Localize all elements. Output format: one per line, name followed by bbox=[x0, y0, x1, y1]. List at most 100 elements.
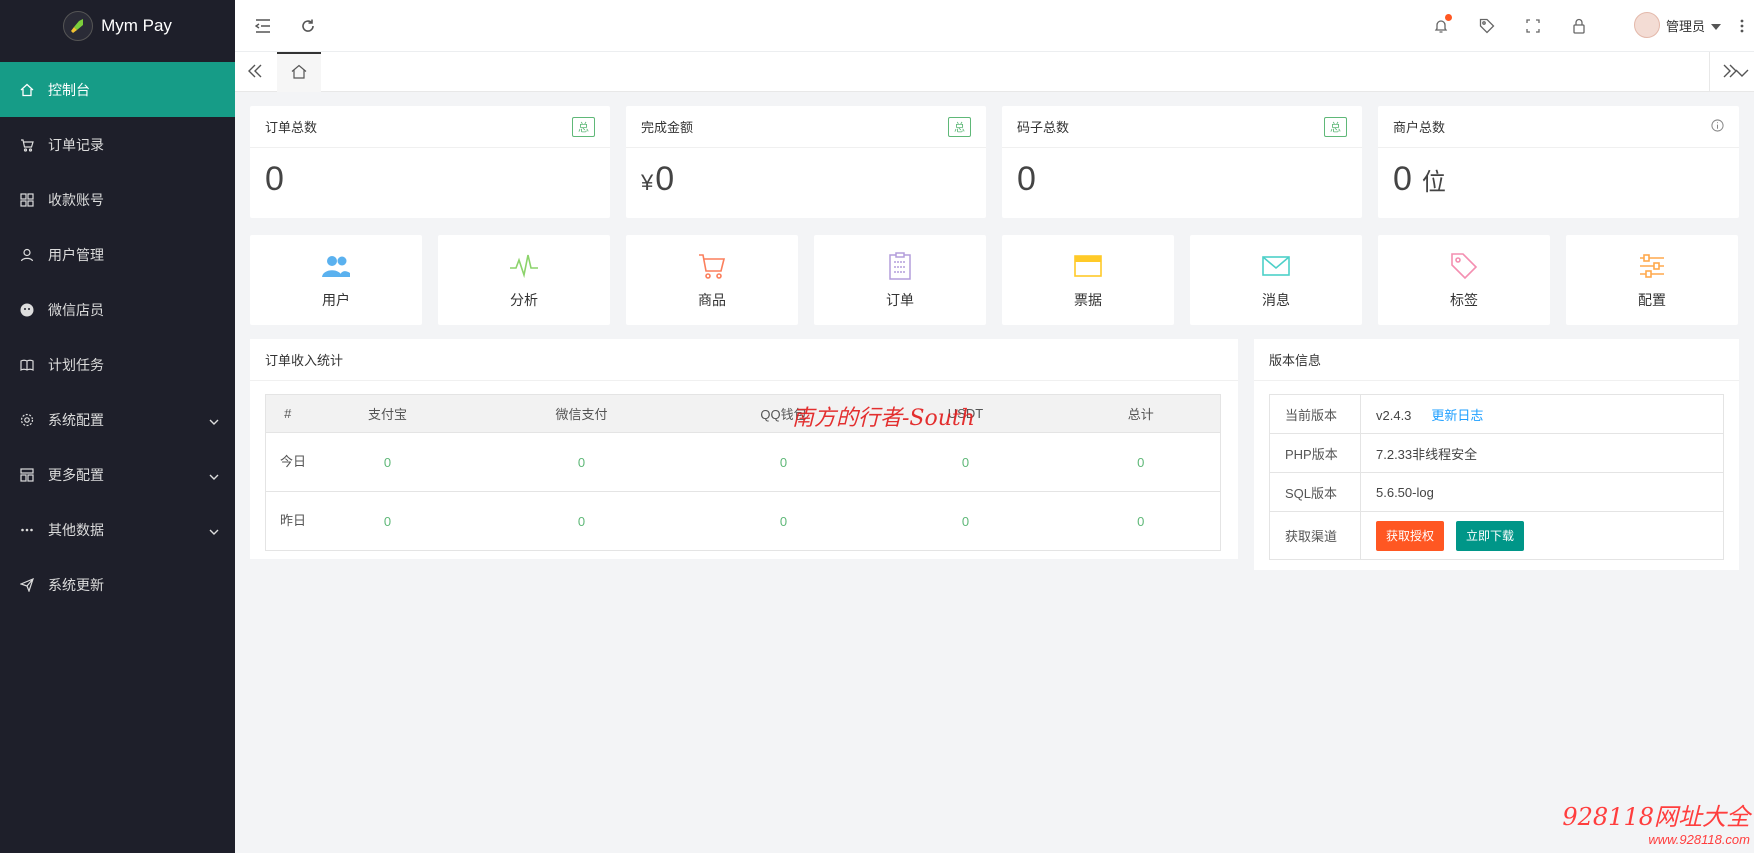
refresh-icon[interactable] bbox=[298, 16, 318, 36]
tabs-menu-chevron-icon[interactable] bbox=[1735, 64, 1749, 80]
income-panel: 订单收入统计 # 支付宝 微信支付 QQ钱包 USDT 总计 今日 0 0 0 bbox=[250, 339, 1238, 559]
sidebar-item-other-data[interactable]: 其他数据 bbox=[0, 502, 235, 557]
panel-title: 版本信息 bbox=[1269, 353, 1322, 368]
stat-title: 订单总数 bbox=[265, 120, 318, 135]
stat-card-codes: 码子总数 总 0 bbox=[1002, 106, 1362, 218]
sidebar-item-label: 计划任务 bbox=[48, 356, 104, 373]
shortcut-invoices[interactable]: 票据 bbox=[1002, 235, 1174, 325]
top-header: 管理员 bbox=[235, 0, 1754, 52]
sidebar-item-label: 控制台 bbox=[48, 81, 90, 98]
sidebar-item-label: 用户管理 bbox=[48, 246, 104, 263]
card-icon bbox=[1072, 250, 1104, 285]
stat-value: 0 bbox=[1393, 160, 1412, 198]
app-name: Mym Pay bbox=[101, 16, 172, 35]
sidebar-item-accounts[interactable]: 收款账号 bbox=[0, 172, 235, 227]
table-cell: 0 bbox=[465, 432, 698, 492]
php-label: PHP版本 bbox=[1269, 433, 1361, 473]
stat-value: 0 bbox=[265, 160, 284, 198]
stat-title: 完成金额 bbox=[641, 120, 694, 135]
table-cell: 0 bbox=[869, 432, 1062, 492]
tab-home[interactable] bbox=[277, 52, 321, 92]
shortcut-label: 用户 bbox=[322, 292, 350, 308]
sidebar-item-more-config[interactable]: 更多配置 bbox=[0, 447, 235, 502]
total-badge: 总 bbox=[572, 116, 595, 137]
sidebar-item-wechat-staff[interactable]: 微信店员 bbox=[0, 282, 235, 337]
logo[interactable]: Mym Pay bbox=[0, 0, 235, 52]
table-cell: 0 bbox=[465, 491, 698, 551]
admin-menu[interactable]: 管理员 bbox=[1633, 12, 1721, 38]
clipboard-icon bbox=[884, 250, 916, 285]
main-content: 订单总数 总 0 完成金额 总 ¥0 码子总数 总 0 商户总数 0位 用户 分… bbox=[235, 92, 1754, 853]
sidebar-item-users[interactable]: 用户管理 bbox=[0, 227, 235, 282]
table-cell: 0 bbox=[309, 432, 466, 492]
chevron-down-icon bbox=[209, 522, 219, 538]
sidebar-item-label: 系统配置 bbox=[48, 411, 104, 428]
table-header: 微信支付 bbox=[465, 394, 698, 433]
table-cell: 0 bbox=[869, 491, 1062, 551]
table-row: 今日 0 0 0 0 0 bbox=[265, 432, 1221, 492]
sidebar-item-tasks[interactable]: 计划任务 bbox=[0, 337, 235, 392]
total-badge: 总 bbox=[948, 116, 971, 137]
version-table: 当前版本 v2.4.3 更新日志 PHP版本 7.2.33非线程安全 SQL版本 … bbox=[1269, 394, 1724, 560]
bell-icon[interactable] bbox=[1431, 14, 1452, 36]
pulse-icon bbox=[508, 250, 540, 285]
caret-down-icon bbox=[1711, 18, 1721, 33]
sidebar-item-system-config[interactable]: 系统配置 bbox=[0, 392, 235, 447]
notification-dot bbox=[1445, 14, 1452, 21]
tag-icon[interactable] bbox=[1477, 16, 1497, 36]
shortcut-config[interactable]: 配置 bbox=[1566, 235, 1738, 325]
version-label: 当前版本 bbox=[1269, 394, 1361, 434]
table-row: 昨日 0 0 0 0 0 bbox=[265, 491, 1221, 551]
shortcut-messages[interactable]: 消息 bbox=[1190, 235, 1362, 325]
version-value: v2.4.3 bbox=[1376, 407, 1412, 423]
shortcut-analysis[interactable]: 分析 bbox=[438, 235, 610, 325]
sidebar: Mym Pay 控制台 订单记录 收款账号 用户管理 微信店员 计划任务 系统配… bbox=[0, 0, 235, 853]
shortcut-tags[interactable]: 标签 bbox=[1378, 235, 1550, 325]
template-icon bbox=[20, 467, 34, 482]
table-cell: 0 bbox=[1061, 432, 1221, 492]
download-button[interactable]: 立即下载 bbox=[1456, 520, 1525, 551]
get-license-button[interactable]: 获取授权 bbox=[1376, 520, 1445, 551]
shortcut-users[interactable]: 用户 bbox=[250, 235, 422, 325]
more-icon bbox=[20, 523, 34, 537]
table-cell: 0 bbox=[697, 491, 870, 551]
stat-title: 码子总数 bbox=[1017, 120, 1070, 135]
row-label: 昨日 bbox=[265, 491, 310, 551]
table-header: 总计 bbox=[1061, 394, 1221, 433]
fullscreen-icon[interactable] bbox=[1523, 16, 1543, 36]
stat-card-orders: 订单总数 总 0 bbox=[250, 106, 610, 218]
panel-title: 订单收入统计 bbox=[265, 353, 344, 368]
menu-fold-icon[interactable] bbox=[253, 16, 273, 36]
sidebar-item-dashboard[interactable]: 控制台 bbox=[0, 62, 235, 117]
users-icon bbox=[320, 250, 352, 285]
sql-value: 5.6.50-log bbox=[1360, 472, 1724, 512]
gear-icon bbox=[20, 413, 34, 427]
corner-watermark-title: 928118网址大全 bbox=[1562, 803, 1750, 831]
stat-value: 0 bbox=[1017, 160, 1036, 198]
chevron-down-icon bbox=[209, 412, 219, 428]
shortcut-label: 消息 bbox=[1262, 292, 1290, 308]
lock-icon[interactable] bbox=[1569, 16, 1589, 36]
stat-value: 0 bbox=[655, 160, 675, 198]
total-badge: 总 bbox=[1324, 116, 1347, 137]
table-row: PHP版本 7.2.33非线程安全 bbox=[1269, 433, 1724, 473]
shortcut-orders[interactable]: 订单 bbox=[814, 235, 986, 325]
cart-icon bbox=[696, 250, 728, 285]
sidebar-item-label: 系统更新 bbox=[48, 576, 104, 593]
version-panel: 版本信息 当前版本 v2.4.3 更新日志 PHP版本 7.2.33非线程安全 S… bbox=[1254, 339, 1739, 570]
shortcut-products[interactable]: 商品 bbox=[626, 235, 798, 325]
info-icon[interactable] bbox=[1711, 118, 1724, 135]
corner-watermark: 928118网址大全 www.928118.com bbox=[1562, 797, 1750, 847]
stat-card-merchants: 商户总数 0位 bbox=[1378, 106, 1739, 218]
tabs-scroll-left-icon[interactable] bbox=[247, 64, 263, 81]
shortcut-label: 配置 bbox=[1638, 292, 1666, 308]
sidebar-item-system-update[interactable]: 系统更新 bbox=[0, 557, 235, 612]
channel-label: 获取渠道 bbox=[1269, 511, 1361, 560]
cart-icon bbox=[20, 138, 34, 152]
home-icon bbox=[291, 64, 307, 82]
more-vertical-icon[interactable] bbox=[1732, 16, 1752, 36]
sidebar-item-orders[interactable]: 订单记录 bbox=[0, 117, 235, 172]
stat-card-amount: 完成金额 总 ¥0 bbox=[626, 106, 986, 218]
changelog-link[interactable]: 更新日志 bbox=[1431, 408, 1483, 423]
currency-symbol: ¥ bbox=[641, 170, 654, 195]
